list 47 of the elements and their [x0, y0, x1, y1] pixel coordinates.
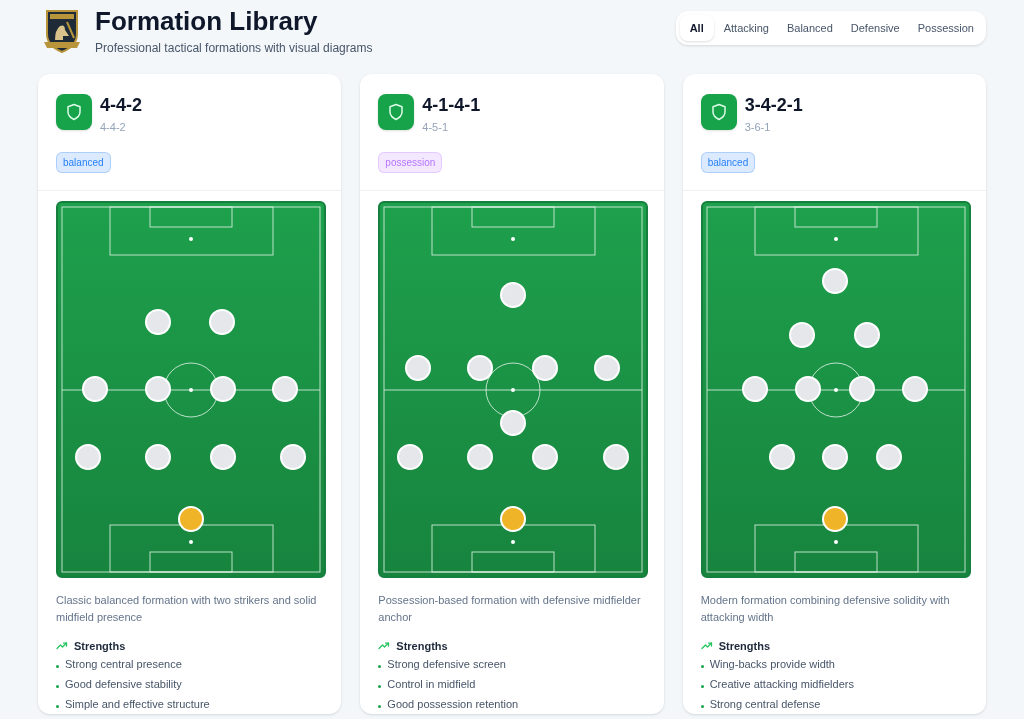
style-tag: possession — [378, 151, 443, 173]
style-tag: balanced — [56, 151, 111, 173]
bullet-icon — [378, 684, 382, 688]
strength-item: Strong central presence — [65, 656, 182, 672]
filter-tab[interactable]: Defensive — [842, 14, 908, 42]
strength-item: Creative attacking midfielders — [709, 676, 854, 692]
strength-item: Wing-backs provide width — [709, 656, 835, 672]
bullet-icon — [378, 704, 382, 708]
strength-item: Control in midfield — [387, 676, 476, 692]
style-tag: balanced — [700, 151, 756, 173]
bullet-icon — [700, 704, 704, 708]
strengths-heading: Strengths — [74, 638, 126, 654]
bullet-icon — [700, 684, 704, 688]
strengths-heading: Strengths — [396, 638, 448, 654]
bullet-icon — [700, 664, 704, 668]
bullet-icon — [56, 664, 59, 668]
strength-item: Good possession retention — [387, 696, 519, 712]
filter-tab[interactable]: Balanced — [778, 14, 841, 42]
strength-item: Simple and effective structure — [65, 696, 210, 712]
trending-up-icon — [700, 639, 713, 652]
filter-tab[interactable]: Possession — [909, 14, 982, 42]
formation-description: Modern formation combining defensive solidity with attacking width — [700, 592, 951, 625]
filter-tab[interactable]: All — [679, 14, 714, 42]
formation-name: 4-1-4-1 — [422, 94, 481, 116]
shield-icon — [56, 94, 92, 130]
formation-subtitle: 4-5-1 — [422, 120, 449, 135]
bullet-icon — [56, 704, 59, 708]
trending-up-icon — [56, 639, 68, 652]
filter-tab[interactable]: Attacking — [715, 14, 777, 42]
shield-icon — [700, 94, 737, 130]
page-title: Formation Library — [95, 5, 319, 37]
strength-item: Strong defensive screen — [387, 656, 506, 672]
strength-item: Strong central defense — [709, 696, 821, 712]
formation-description: Possession-based formation with defensive midfielder anchor — [378, 592, 642, 625]
strengths-heading: Strengths — [718, 638, 770, 654]
crest-logo — [43, 8, 81, 54]
strength-item: Good defensive stability — [65, 676, 182, 692]
bullet-icon — [56, 684, 59, 688]
page-subtitle: Professional tactical formations with visual diagrams — [95, 40, 373, 57]
formation-subtitle: 4-4-2 — [100, 120, 127, 135]
formation-subtitle: 3-6-1 — [744, 120, 772, 135]
shield-icon — [378, 94, 415, 130]
formation-description: Classic balanced formation with two strikers and solid midfield presence — [56, 592, 318, 625]
trending-up-icon — [378, 639, 391, 652]
formation-name: 3-4-2-1 — [744, 94, 803, 116]
formation-name: 4-4-2 — [100, 94, 143, 116]
bullet-icon — [378, 664, 382, 668]
